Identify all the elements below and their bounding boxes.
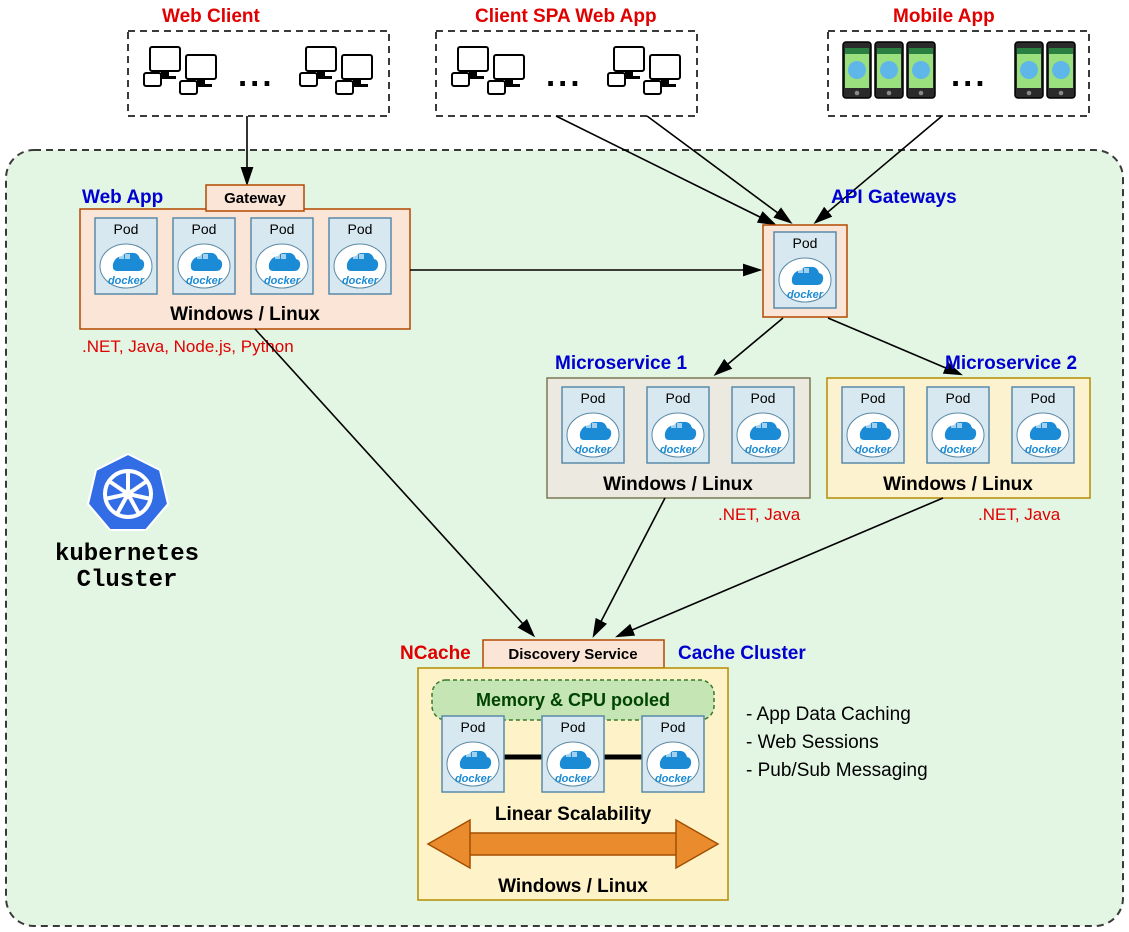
webapp-os: Windows / Linux (170, 304, 320, 325)
computer-icon (488, 55, 524, 94)
computer-icon (644, 55, 680, 94)
ellipsis: ... (546, 56, 583, 93)
webapp-caption: .NET, Java, Node.js, Python (82, 337, 294, 356)
api-title: API Gateways (831, 187, 957, 208)
phone-icon (1047, 42, 1075, 98)
pod (442, 716, 504, 792)
phone-icon (843, 42, 871, 98)
computer-icon (144, 47, 180, 86)
ms2-os: Windows / Linux (883, 474, 1033, 495)
ms2-title: Microservice 2 (945, 353, 1077, 374)
cache-bullet-3: - Pub/Sub Messaging (746, 760, 928, 781)
phone-icon (907, 42, 935, 98)
computer-icon (180, 55, 216, 94)
pod (927, 387, 989, 463)
pod (329, 218, 391, 294)
pod (95, 218, 157, 294)
ms1-os: Windows / Linux (603, 474, 753, 495)
phone-icon (1015, 42, 1043, 98)
computer-icon (300, 47, 336, 86)
cache-bullet-1: - App Data Caching (746, 704, 911, 725)
ellipsis: ... (238, 56, 275, 93)
cache-cluster-label: Cache Cluster (678, 643, 806, 664)
phone-icon (875, 42, 903, 98)
ms2-caption: .NET, Java (978, 505, 1061, 524)
computer-icon (452, 47, 488, 86)
pod (774, 232, 836, 308)
ellipsis: ... (951, 56, 988, 93)
pod (842, 387, 904, 463)
gateway-label: Gateway (224, 190, 286, 207)
pod (1012, 387, 1074, 463)
scale-label: Linear Scalability (495, 804, 652, 825)
mobile-client-title: Mobile App (893, 6, 995, 27)
ncache-label: NCache (400, 643, 471, 664)
computer-icon (608, 47, 644, 86)
pod (251, 218, 313, 294)
web-client-title: Web Client (162, 6, 260, 27)
k8s-label-2: Cluster (77, 567, 178, 594)
ms1-caption: .NET, Java (718, 505, 801, 524)
cache-os: Windows / Linux (498, 876, 648, 897)
spa-client-title: Client SPA Web App (475, 6, 657, 27)
pod (642, 716, 704, 792)
discovery-label: Discovery Service (508, 646, 637, 663)
pod (542, 716, 604, 792)
pod (562, 387, 624, 463)
pod (173, 218, 235, 294)
ms1-title: Microservice 1 (555, 353, 687, 374)
k8s-label-1: kubernetes (55, 541, 199, 568)
webapp-title: Web App (82, 187, 163, 208)
computer-icon (336, 55, 372, 94)
cache-bullet-2: - Web Sessions (746, 732, 879, 753)
pod (732, 387, 794, 463)
pod (647, 387, 709, 463)
pooled-label: Memory & CPU pooled (476, 690, 670, 710)
